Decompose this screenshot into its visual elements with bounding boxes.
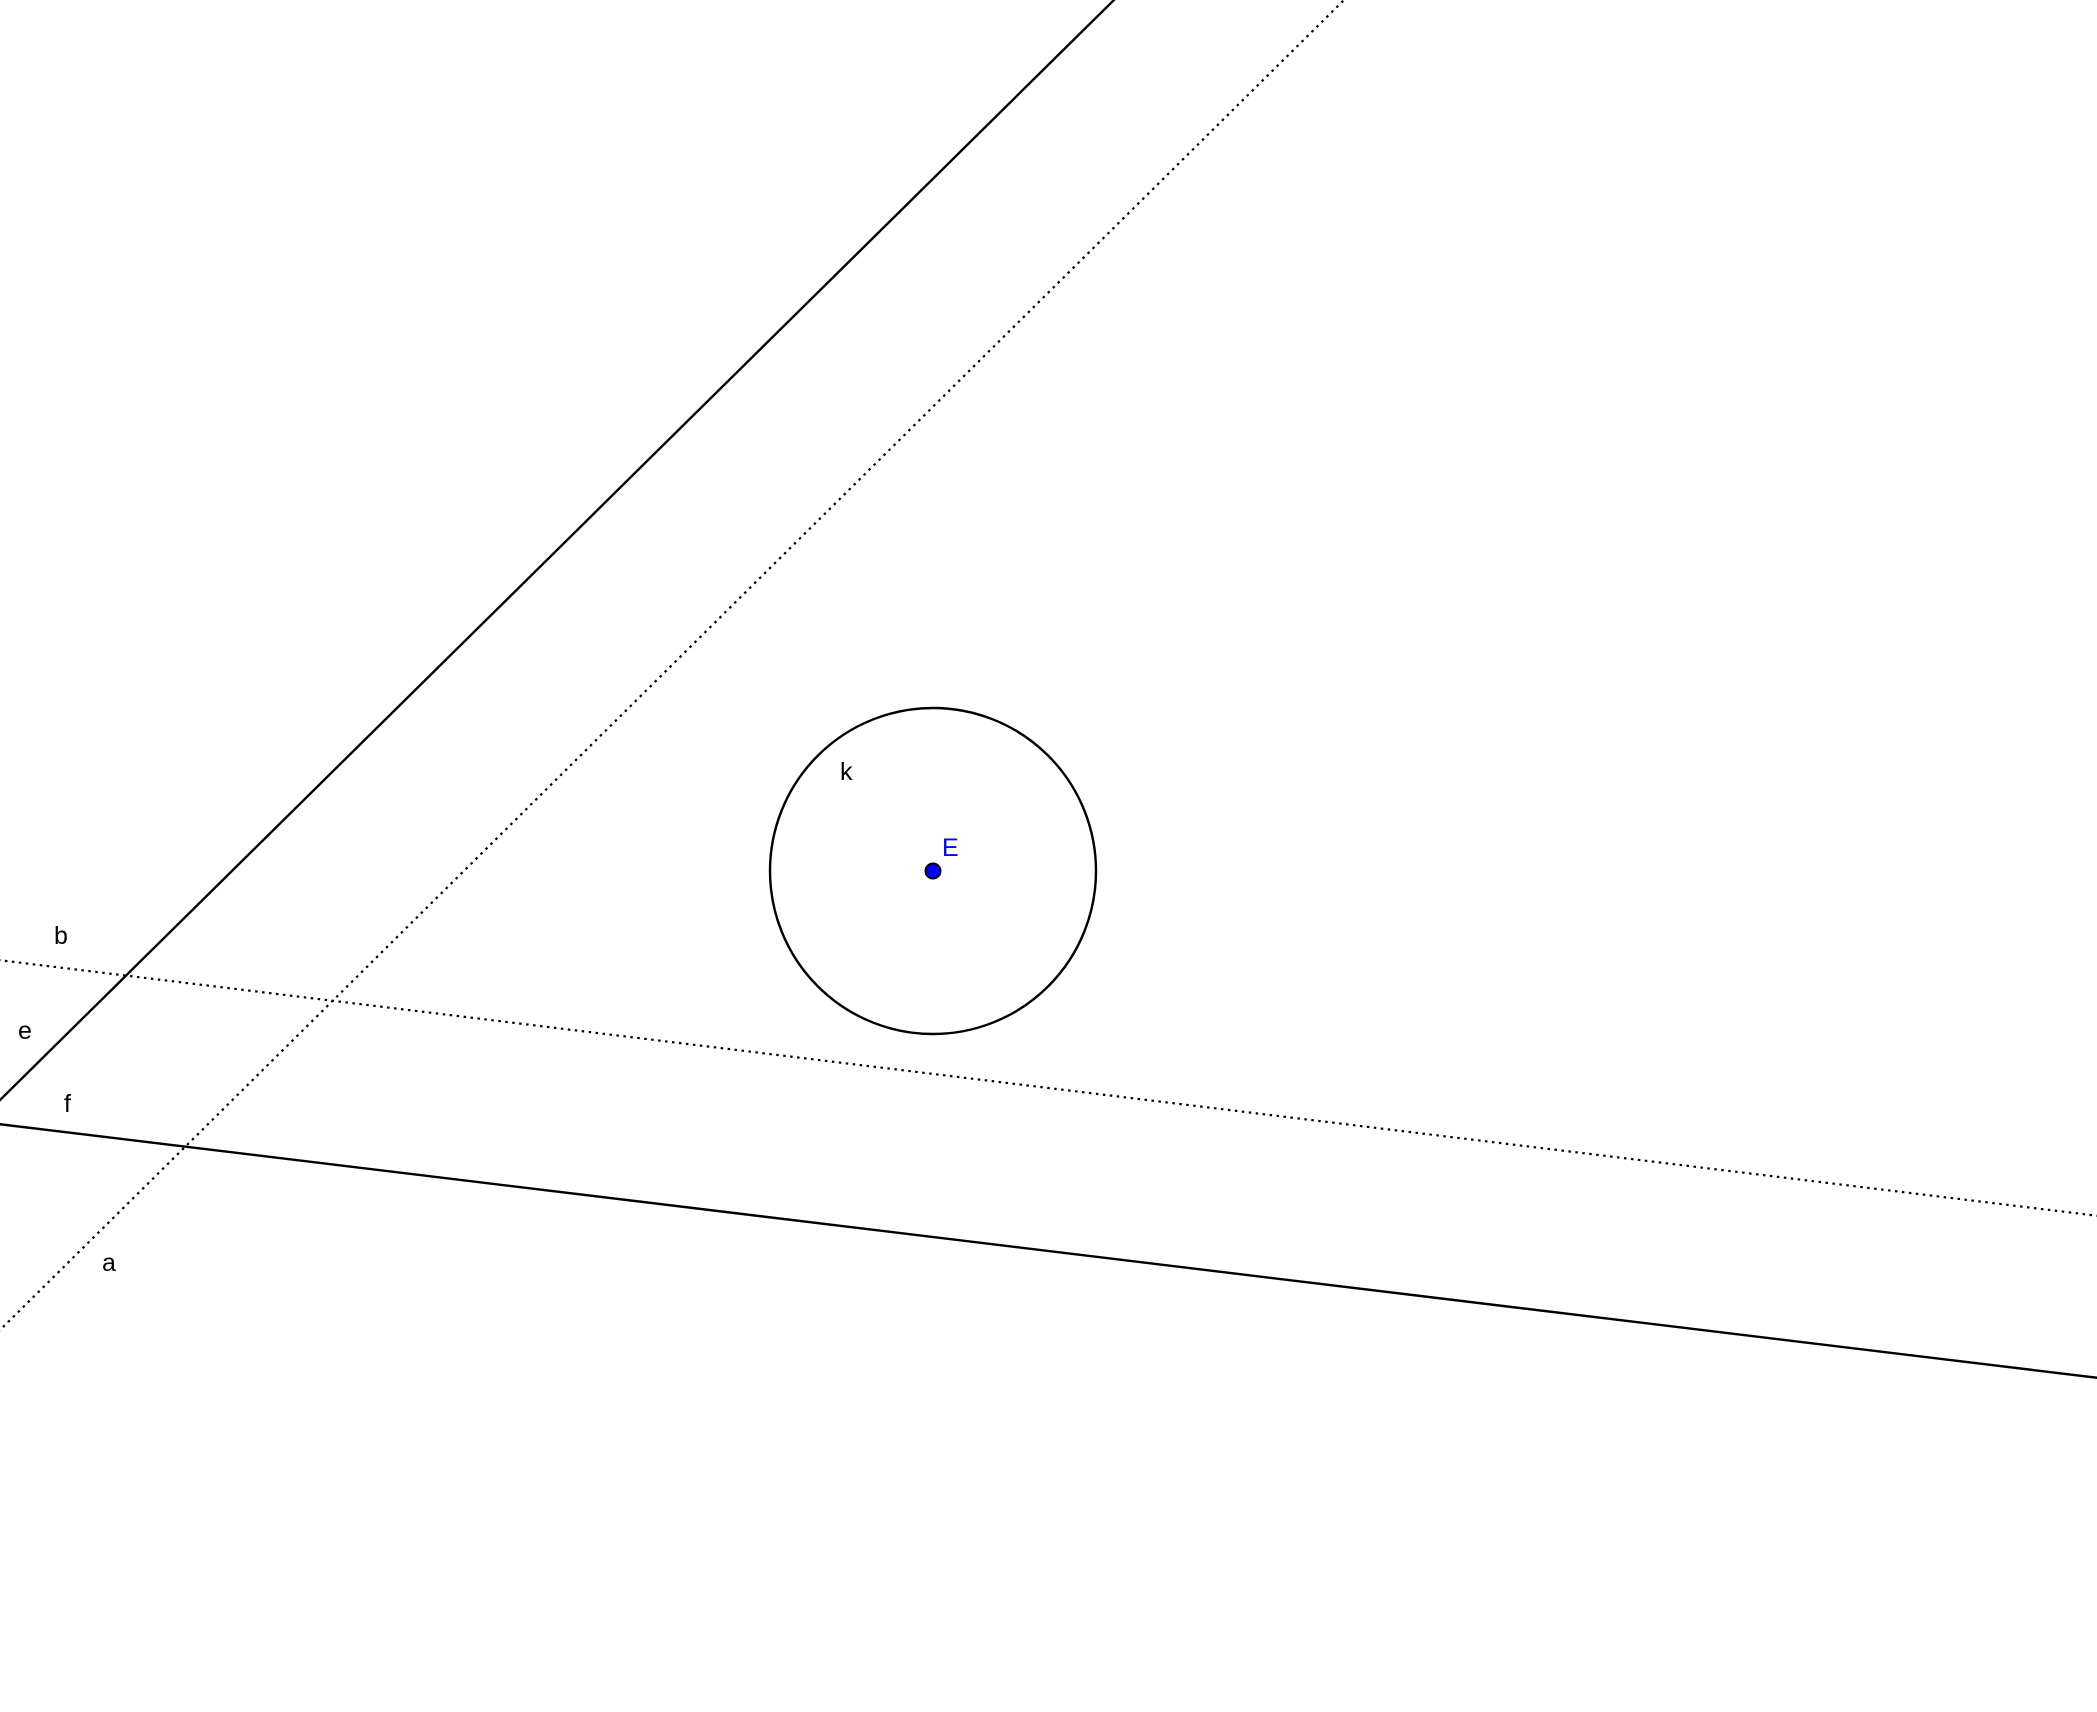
line-label-f: f bbox=[64, 1090, 71, 1118]
construction-canvas: b e f a k E bbox=[0, 0, 2097, 1712]
point-label-e: E bbox=[942, 834, 959, 862]
canvas-background bbox=[0, 0, 2097, 1712]
line-label-b: b bbox=[54, 922, 68, 950]
line-label-e: e bbox=[18, 1017, 32, 1045]
line-label-a: a bbox=[102, 1249, 116, 1277]
point-e[interactable] bbox=[924, 862, 942, 880]
circle-label-k: k bbox=[840, 758, 853, 786]
